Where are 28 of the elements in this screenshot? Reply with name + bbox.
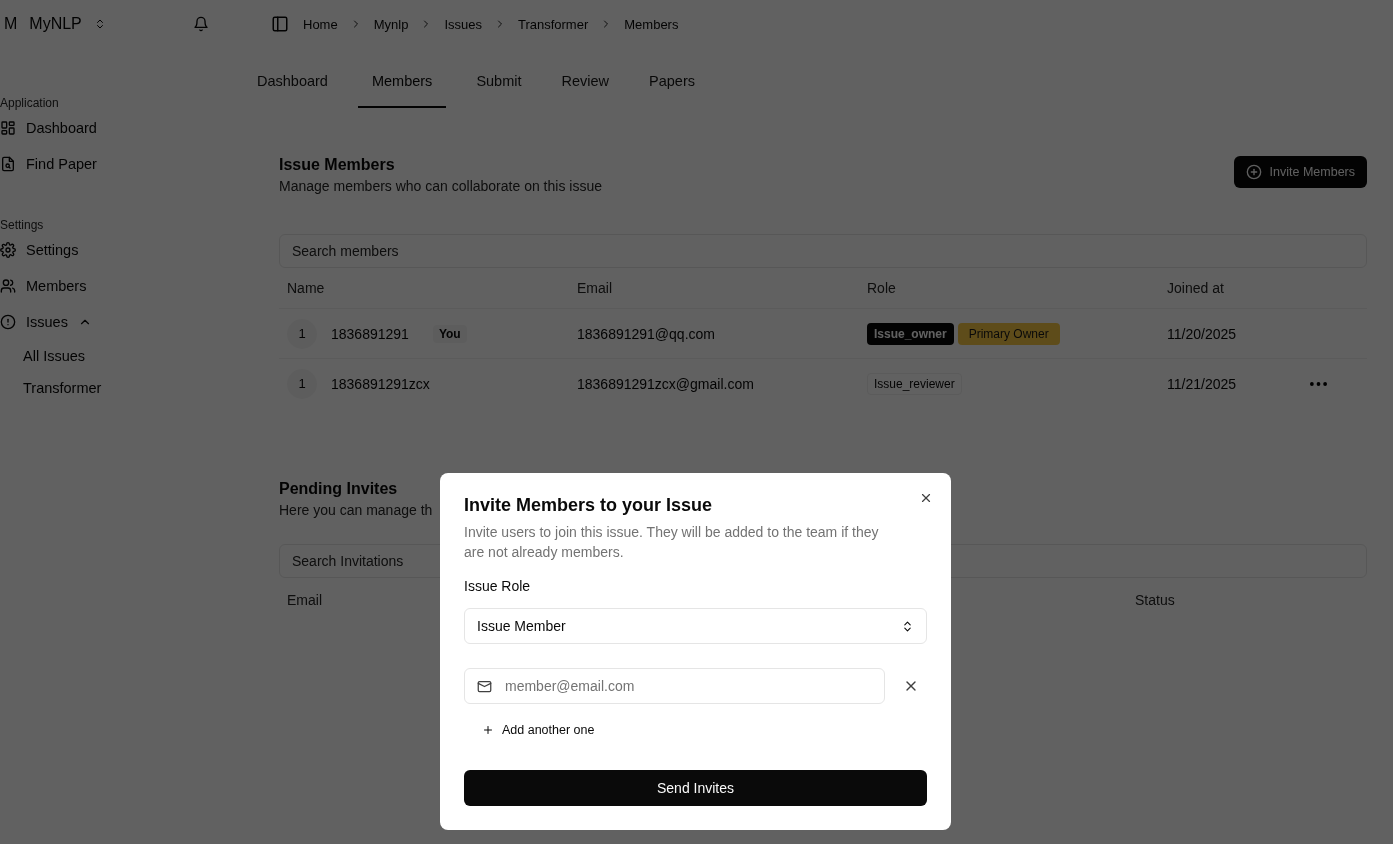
member-name: 1836891291zcx xyxy=(331,375,430,392)
role-tag: Issue_owner xyxy=(867,322,954,345)
column-header: Email xyxy=(287,592,323,608)
workspace-logo: M xyxy=(4,15,18,33)
member-name: 1836891291 xyxy=(331,325,409,342)
role-tag: Issue_reviewer xyxy=(867,372,962,395)
avatar: 1 xyxy=(287,368,317,399)
member-email: 1836891291zcx@gmail.com xyxy=(577,375,755,392)
sidebar-group-label: Settings xyxy=(0,218,45,232)
dialog-title: Invite Members to your Issue xyxy=(464,495,714,516)
sidebar-group-label: Application xyxy=(0,96,60,110)
column-header: Name xyxy=(287,280,326,296)
avatar: 1 xyxy=(287,318,317,349)
field-label: Issue Role xyxy=(464,578,532,594)
column-header: Email xyxy=(577,280,613,296)
dialog-description: Invite users to join this issue. They will be added to the team if they are not already members. xyxy=(464,523,880,562)
section-title: Pending Invites xyxy=(279,480,398,498)
column-header: Status xyxy=(1135,592,1176,608)
joined-date: 11/21/2025 xyxy=(1167,375,1237,392)
section-subtitle: Here you can manage th xyxy=(279,502,433,518)
section-title: Issue Members xyxy=(279,156,396,174)
column-header: Joined at xyxy=(1167,280,1225,296)
column-header: Role xyxy=(867,280,897,296)
you-tag: You xyxy=(432,324,467,343)
joined-date: 11/20/2025 xyxy=(1167,325,1237,342)
role-tag: Primary Owner xyxy=(957,322,1060,345)
section-subtitle: Manage members who can collaborate on this issue xyxy=(279,178,602,194)
member-email: 1836891291@qq.com xyxy=(577,325,716,342)
